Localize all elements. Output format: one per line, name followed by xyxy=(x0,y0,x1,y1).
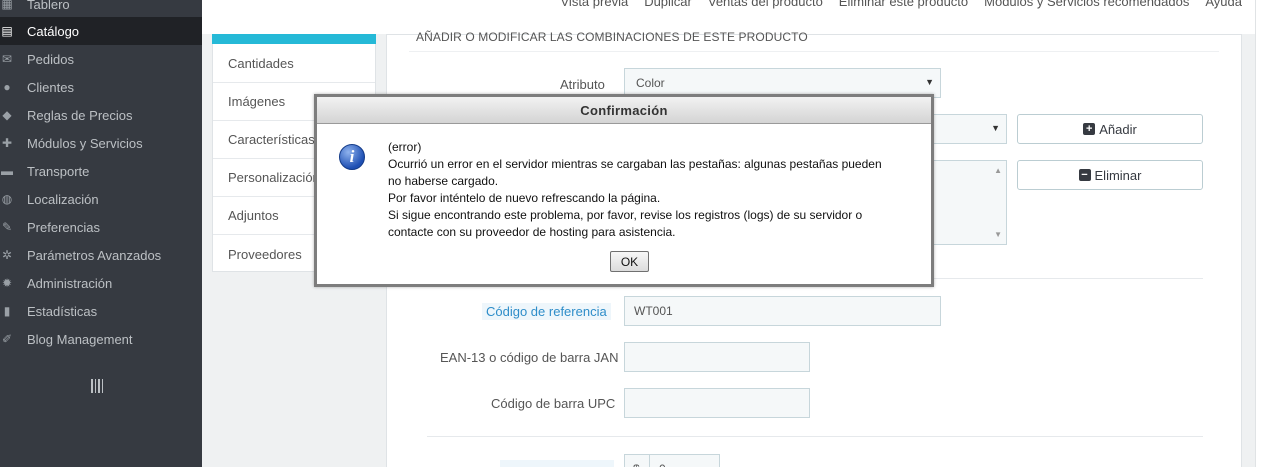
price-impact-label[interactable] xyxy=(500,460,614,467)
inbox-icon: ✉ xyxy=(1,52,13,66)
sidebar-item-label: Parámetros Avanzados xyxy=(27,247,162,263)
price-input[interactable]: 0 xyxy=(649,454,720,467)
sidebar-item-label: Preferencias xyxy=(27,219,100,235)
plus-icon: + xyxy=(1083,123,1096,135)
sidebar-item-modulos[interactable]: ✚ Módulos y Servicios xyxy=(0,129,202,157)
sidebar-item-localizacion[interactable]: ◍ Localización xyxy=(0,185,202,213)
sidebar-item-label: Reglas de Precios xyxy=(27,107,133,123)
sidebar-item-transporte[interactable]: ▬ Transporte xyxy=(0,157,202,185)
sidebar-item-clientes[interactable]: ● Clientes xyxy=(0,73,202,101)
upc-label: Código de barra UPC xyxy=(491,396,616,411)
sidebar-item-parametros-avanzados[interactable]: ✲ Parámetros Avanzados xyxy=(0,241,202,269)
recommended-modules-link[interactable]: Módulos y Servicios recomendados xyxy=(984,0,1189,9)
chevron-down-icon: ▼ xyxy=(991,123,1000,133)
sidebar-item-label: Localización xyxy=(27,191,99,207)
add-button[interactable]: + Añadir xyxy=(1017,114,1203,144)
wrench-icon: ✎ xyxy=(1,220,13,234)
globe-icon: ◍ xyxy=(1,192,13,206)
dialog-title[interactable]: Confirmación xyxy=(317,97,931,124)
dialog-message-line: Por favor inténtelo de nuevo refrescando… xyxy=(388,191,661,205)
duplicate-link[interactable]: Duplicar xyxy=(644,0,692,9)
sidebar-item-preferencias[interactable]: ✎ Preferencias xyxy=(0,213,202,241)
sidebar-item-label: Blog Management xyxy=(27,331,133,347)
dialog-message-line: (error) xyxy=(388,140,422,154)
sidebar-item-label: Pedidos xyxy=(27,51,74,67)
confirmation-dialog: Confirmación i (error) Ocurrió un error … xyxy=(314,94,934,287)
puzzle-icon: ✚ xyxy=(1,136,13,150)
sidebar-item-blog-management[interactable]: ✐ Blog Management xyxy=(0,325,202,353)
attribute-select-value: Color xyxy=(636,76,665,90)
active-tab-indicator xyxy=(212,34,376,44)
bar-chart-icon: ▮ xyxy=(3,304,11,318)
preview-link[interactable]: Vista previa xyxy=(561,0,629,9)
section-divider xyxy=(427,436,1203,437)
ok-button[interactable]: OK xyxy=(610,251,649,272)
sidebar-item-estadisticas[interactable]: ▮ Estadísticas xyxy=(0,297,202,325)
sidebar-item-label: Transporte xyxy=(27,163,90,179)
ean-input[interactable] xyxy=(624,342,810,372)
dialog-message: (error) Ocurrió un error en el servidor … xyxy=(388,139,918,241)
sidebar-item-catalogo[interactable]: ▤ Catálogo xyxy=(0,17,202,45)
pencil-icon: ✐ xyxy=(1,332,13,346)
tab-cantidades[interactable]: Cantidades xyxy=(213,45,375,83)
tags-icon: ◆ xyxy=(2,108,12,122)
scroll-up-icon[interactable]: ▲ xyxy=(994,166,1002,175)
scroll-down-icon[interactable]: ▼ xyxy=(994,230,1002,239)
delete-button[interactable]: − Eliminar xyxy=(1017,160,1203,190)
sidebar-item-label: Módulos y Servicios xyxy=(27,135,143,151)
sidebar-item-label: Estadísticas xyxy=(27,303,98,319)
sidebar-item-administracion[interactable]: ✹ Administración xyxy=(0,269,202,297)
dialog-message-line: contacte con su proveedor de hosting par… xyxy=(388,225,676,239)
reference-input[interactable]: WT001 xyxy=(624,296,941,326)
dialog-message-line: Si sigue encontrando este problema, por … xyxy=(388,208,863,222)
sidebar-item-label: Tablero xyxy=(27,0,70,12)
add-button-label: Añadir xyxy=(1099,121,1137,137)
page-toolbar: Vista previa Duplicar Ventas del product… xyxy=(202,0,1267,34)
cogs-icon: ✲ xyxy=(1,248,13,262)
sidebar-item-label: Clientes xyxy=(27,79,74,95)
title-divider xyxy=(409,51,1219,52)
sidebar-item-label: Administración xyxy=(27,275,113,291)
dialog-message-line: no haberse cargado. xyxy=(388,174,499,188)
book-icon: ▤ xyxy=(1,24,13,38)
sidebar: ▦ Tablero ▤ Catálogo ✉ Pedidos ● Cliente… xyxy=(0,0,202,467)
dialog-message-line: Ocurrió un error en el servidor mientras… xyxy=(388,157,882,171)
sidebar-item-label: Catálogo xyxy=(27,23,80,39)
sidebar-collapse-icon[interactable] xyxy=(91,379,103,393)
truck-icon: ▬ xyxy=(1,164,13,178)
chevron-down-icon: ▼ xyxy=(925,77,934,87)
help-link[interactable]: Ayuda xyxy=(1205,0,1242,9)
product-sales-link[interactable]: Ventas del producto xyxy=(708,0,823,9)
dashboard-icon: ▦ xyxy=(1,0,13,11)
minus-icon: − xyxy=(1078,169,1091,181)
sidebar-item-tablero[interactable]: ▦ Tablero xyxy=(0,0,202,18)
reference-label[interactable]: Código de referencia xyxy=(482,303,611,320)
delete-button-label: Eliminar xyxy=(1094,167,1142,183)
section-title: AÑADIR O MODIFICAR LAS COMBINACIONES DE … xyxy=(416,30,808,44)
toolbar-links: Vista previa Duplicar Ventas del product… xyxy=(561,0,1243,9)
info-icon: i xyxy=(339,144,365,170)
users-icon: ● xyxy=(3,80,11,94)
ean-label: EAN-13 o código de barra JAN xyxy=(440,350,619,365)
upc-input[interactable] xyxy=(624,388,810,418)
right-scrollbar[interactable] xyxy=(1255,0,1267,467)
sidebar-item-reglas-de-precios[interactable]: ◆ Reglas de Precios xyxy=(0,101,202,129)
sidebar-item-pedidos[interactable]: ✉ Pedidos xyxy=(0,45,202,73)
delete-product-link[interactable]: Eliminar este producto xyxy=(839,0,968,9)
attribute-label: Atributo xyxy=(560,77,605,92)
gear-icon: ✹ xyxy=(1,276,13,290)
currency-addon: $ xyxy=(624,454,650,467)
